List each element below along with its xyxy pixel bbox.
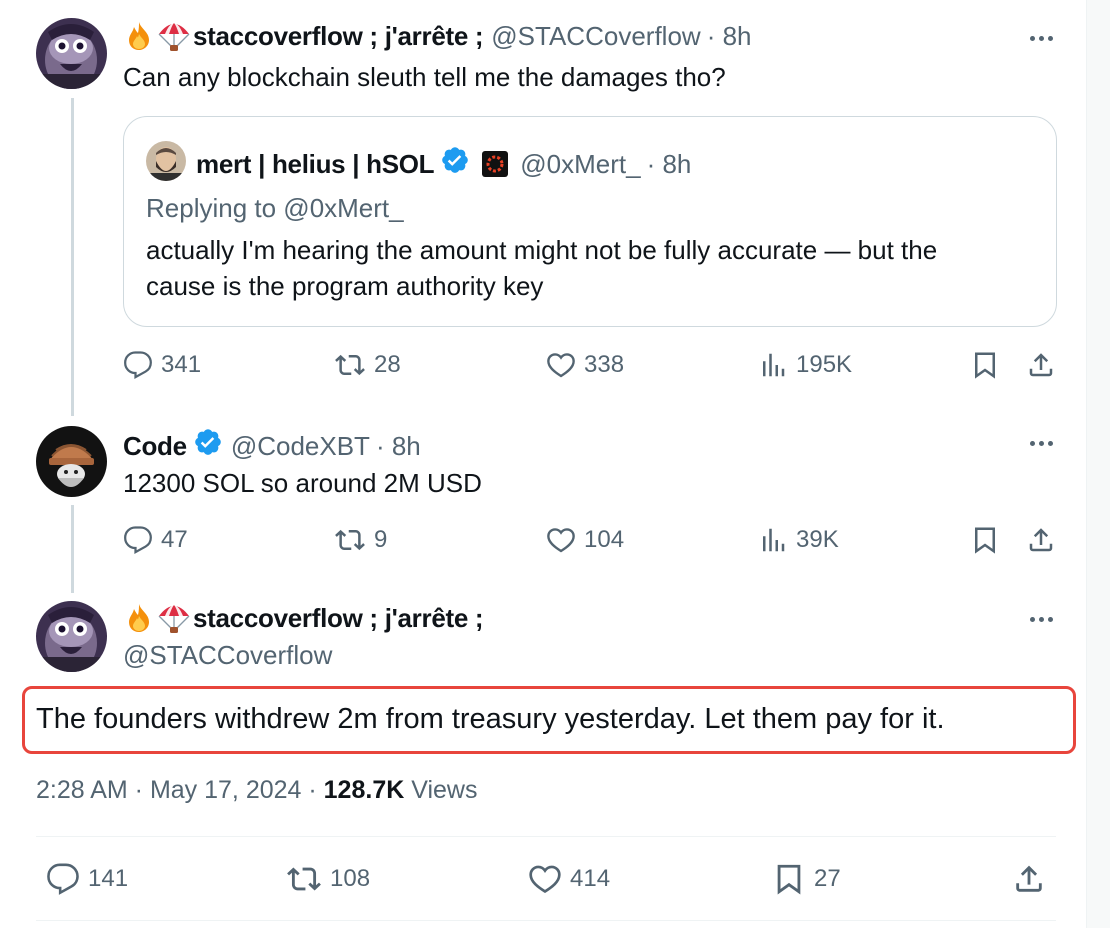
divider	[36, 920, 1056, 921]
reply-button[interactable]: 47	[123, 525, 188, 555]
reply-icon	[124, 526, 152, 555]
display-name[interactable]: mert | helius | hSOL	[196, 148, 435, 180]
tweet-header: staccoverflow ; j'arrête ; @STACCoverflo…	[123, 20, 752, 52]
thread-line	[71, 98, 74, 416]
avatar[interactable]	[36, 18, 107, 89]
repost-button[interactable]: 28	[334, 350, 401, 380]
reply-icon	[124, 351, 152, 380]
verified-badge-icon	[440, 145, 470, 182]
main-tweet-text: The founders withdrew 2m from treasury y…	[36, 703, 945, 735]
reply-count: 47	[161, 526, 188, 553]
share-icon	[1029, 353, 1053, 377]
bookmark-icon	[975, 352, 995, 379]
reply-count: 341	[161, 351, 202, 378]
views-count: 128.7K	[323, 776, 405, 804]
quoted-tweet-header: mert | helius | hSOL @0xMert_ · 8h	[196, 145, 691, 182]
like-count: 338	[584, 351, 625, 378]
quoted-tweet-text-line: cause is the program authority key	[146, 271, 544, 301]
like-count: 104	[584, 526, 625, 553]
tweet-meta: 2:28 AM · May 17, 2024 · 128.7K Views	[36, 772, 477, 808]
display-name[interactable]: Code	[123, 430, 187, 462]
like-button[interactable]: 338	[546, 350, 624, 380]
bookmark-button[interactable]	[970, 525, 1000, 555]
views-label: Views	[411, 776, 478, 804]
tweet-header: Code @CodeXBT · 8h	[123, 427, 421, 464]
repost-icon	[335, 529, 365, 551]
reply-button[interactable]: 341	[123, 350, 201, 380]
more-options-icon[interactable]	[1026, 617, 1056, 622]
share-icon	[1016, 865, 1042, 892]
views-count: 195K	[796, 351, 853, 378]
handle[interactable]: @STACCoverflow	[123, 638, 332, 672]
quoted-tweet[interactable]: mert | helius | hSOL @0xMert_ · 8h Reply…	[123, 116, 1057, 327]
heart-icon	[529, 865, 561, 894]
timestamp[interactable]: · 8h	[707, 20, 752, 52]
share-button[interactable]	[1012, 862, 1046, 896]
fire-emoji-icon	[123, 20, 155, 52]
fire-emoji-icon	[123, 602, 155, 634]
repost-count: 28	[374, 351, 401, 378]
share-button[interactable]	[1026, 350, 1056, 380]
handle[interactable]: @0xMert_	[520, 148, 640, 180]
display-name[interactable]: staccoverflow ; j'arrête ;	[193, 602, 484, 634]
more-options-icon[interactable]	[1026, 36, 1056, 41]
bookmark-button[interactable]	[970, 350, 1000, 380]
thread-line	[71, 505, 74, 593]
reply-icon	[47, 863, 79, 895]
bookmark-icon	[975, 527, 995, 554]
timestamp[interactable]: · 8h	[376, 430, 421, 462]
replying-to[interactable]: Replying to @0xMert_	[146, 191, 404, 225]
repost-icon	[335, 354, 365, 376]
bookmark-icon	[777, 864, 801, 895]
like-count: 414	[570, 865, 611, 892]
tweet-header: staccoverflow ; j'arrête ;	[123, 602, 484, 634]
reply-count: 141	[88, 865, 129, 892]
display-name[interactable]: staccoverflow ; j'arrête ;	[193, 20, 484, 52]
quoted-tweet-text-line: actually I'm hearing the amount might no…	[146, 235, 938, 265]
handle[interactable]: @CodeXBT	[231, 430, 370, 462]
share-icon	[1029, 528, 1053, 552]
bookmark-count: 27	[814, 865, 841, 892]
tweet-text: 12300 SOL so around 2M USD	[123, 468, 482, 498]
heart-icon	[547, 528, 575, 553]
views-button[interactable]: 195K	[758, 350, 852, 380]
verified-badge-icon	[193, 427, 223, 464]
bookmark-button[interactable]: 27	[772, 862, 841, 896]
repost-button[interactable]: 9	[334, 525, 387, 555]
share-button[interactable]	[1026, 525, 1056, 555]
views-button[interactable]: 39K	[758, 525, 839, 555]
parachute-emoji-icon	[157, 20, 191, 52]
handle[interactable]: @STACCoverflow	[491, 20, 700, 52]
heart-icon	[547, 353, 575, 378]
avatar[interactable]	[36, 426, 107, 497]
like-button[interactable]: 414	[528, 862, 610, 896]
repost-button[interactable]: 108	[286, 862, 370, 896]
views-chart-icon	[763, 528, 785, 552]
views-chart-icon	[763, 353, 785, 377]
repost-count: 108	[330, 865, 371, 892]
scroll-edge	[1086, 0, 1110, 928]
repost-icon	[287, 867, 321, 891]
views-count: 39K	[796, 526, 839, 553]
divider	[36, 836, 1056, 837]
timestamp[interactable]: 2:28 AM · May 17, 2024 ·	[36, 776, 317, 804]
more-options-icon[interactable]	[1026, 441, 1056, 446]
avatar[interactable]	[146, 141, 186, 181]
parachute-emoji-icon	[157, 602, 191, 634]
like-button[interactable]: 104	[546, 525, 624, 555]
reply-button[interactable]: 141	[46, 862, 128, 896]
repost-count: 9	[374, 526, 388, 553]
affiliate-badge-icon	[482, 150, 509, 177]
tweet-text: Can any blockchain sleuth tell me the da…	[123, 62, 726, 92]
avatar[interactable]	[36, 601, 107, 672]
timestamp[interactable]: · 8h	[647, 148, 692, 180]
